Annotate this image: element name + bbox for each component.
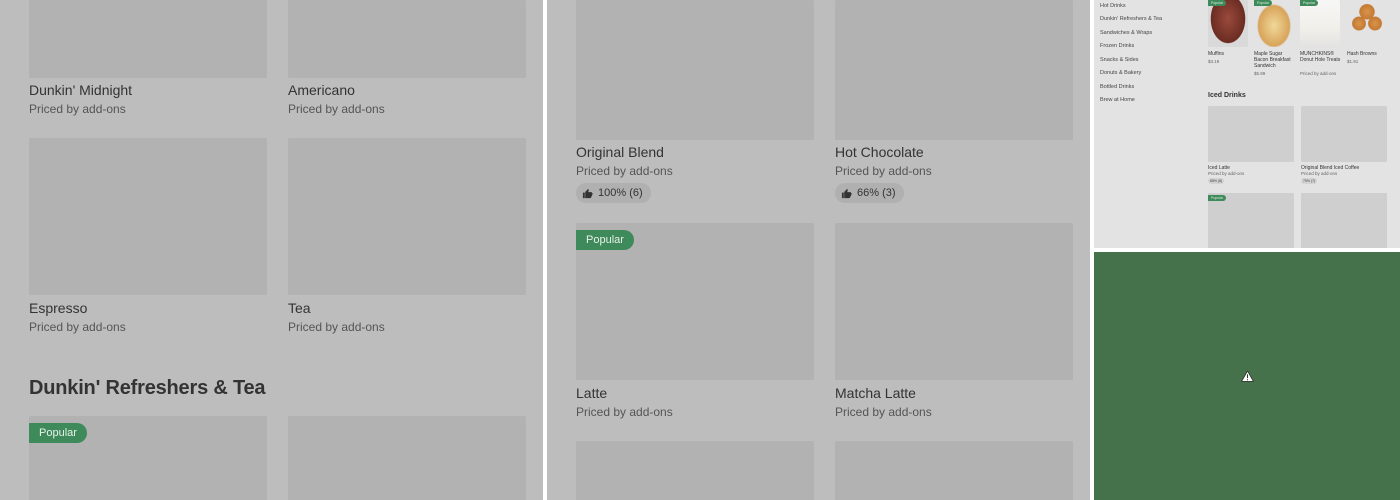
item-image[interactable] (835, 441, 1073, 500)
section-title: Dunkin' Refreshers & Tea (29, 377, 266, 399)
popular-badge: Popular (1254, 0, 1273, 6)
category-link[interactable]: Frozen Drinks (1100, 43, 1134, 49)
thumbs-up-icon (841, 188, 852, 198)
item-name[interactable]: Original Blend (576, 144, 664, 160)
product-price: $1.91 (1347, 59, 1359, 64)
item-name[interactable]: Espresso (29, 300, 87, 316)
category-link[interactable]: Donuts & Bakery (1100, 70, 1141, 76)
warning-icon (1241, 370, 1254, 382)
rating-badge: 66% (3) (835, 183, 904, 203)
popular-badge: Popular (1208, 0, 1227, 6)
product-image-sandwich[interactable] (1254, 0, 1294, 47)
item-price: Priced by add-ons (576, 405, 673, 419)
item-image-hot-chocolate[interactable] (835, 0, 1073, 140)
item-price: Priced by add-ons (576, 164, 673, 178)
item-price: Priced by add-ons (29, 102, 126, 116)
item-price: Priced by add-ons (835, 164, 932, 178)
product-price: Priced by add-ons (1300, 71, 1337, 76)
rating-text: 66% (3) (857, 187, 896, 199)
product-image-iced-coffee[interactable] (1301, 106, 1387, 162)
popular-badge: Popular (576, 230, 634, 250)
category-link[interactable]: Dunkin' Refreshers & Tea (1100, 16, 1162, 22)
product-image[interactable] (1208, 193, 1294, 248)
category-link[interactable]: Hot Drinks (1100, 3, 1126, 9)
menu-panel-coffee: Dunkin' Midnight Priced by add-ons Ameri… (0, 0, 543, 500)
product-price: $3.19 (1208, 59, 1220, 64)
item-name[interactable]: Latte (576, 385, 607, 401)
mini-page-preview: Hot Drinks Dunkin' Refreshers & Tea Sand… (1094, 0, 1400, 248)
item-image-dunkin-midnight[interactable] (29, 0, 267, 78)
rating-badge: 100% (6) (576, 183, 651, 203)
item-image[interactable] (576, 441, 814, 500)
product-image-hash-browns[interactable] (1347, 0, 1387, 47)
item-image[interactable] (288, 416, 526, 500)
rating-badge: 75% (7) (1301, 178, 1318, 184)
category-link[interactable]: Snacks & Sides (1100, 57, 1139, 63)
popular-badge: Popular (29, 423, 87, 443)
section-title: Iced Drinks (1208, 92, 1246, 99)
product-image-muffins[interactable] (1208, 0, 1248, 47)
popular-badge: Popular (1300, 0, 1319, 6)
popular-badge: Popular (1208, 195, 1227, 201)
product-image-iced-latte[interactable] (1208, 106, 1294, 162)
item-name[interactable]: Dunkin' Midnight (29, 82, 132, 98)
product-name[interactable]: Maple Sugar Bacon Breakfast Sandwich (1254, 51, 1296, 69)
item-name[interactable]: Hot Chocolate (835, 144, 924, 160)
item-image-tea[interactable] (288, 138, 526, 295)
item-image-espresso[interactable] (29, 138, 267, 295)
item-price: Priced by add-ons (835, 405, 932, 419)
item-name[interactable]: Tea (288, 300, 311, 316)
product-price: $5.99 (1254, 71, 1266, 76)
item-image-americano[interactable] (288, 0, 526, 78)
item-image-original-blend[interactable] (576, 0, 814, 140)
item-price: Priced by add-ons (288, 320, 385, 334)
product-name[interactable]: MUNCHKINS® Donut Hole Treats (1300, 51, 1342, 63)
item-price: Priced by add-ons (288, 102, 385, 116)
category-link[interactable]: Sandwiches & Wraps (1100, 30, 1152, 36)
product-price: Priced by add-ons (1301, 171, 1338, 176)
product-price: Priced by add-ons (1208, 171, 1245, 176)
item-image-matcha-latte[interactable] (835, 223, 1073, 380)
item-price: Priced by add-ons (29, 320, 126, 334)
item-name[interactable]: Americano (288, 82, 355, 98)
rating-text: 100% (6) (598, 187, 643, 199)
thumbs-up-icon (582, 188, 593, 198)
product-name[interactable]: Muffins (1208, 51, 1248, 57)
rating-badge: 88% (8) (1208, 178, 1225, 184)
product-image-munchkins[interactable] (1300, 0, 1340, 47)
category-link[interactable]: Bottled Drinks (1100, 84, 1134, 90)
product-name[interactable]: Hash Browns (1347, 51, 1387, 57)
menu-panel-hot-drinks: Original Blend Priced by add-ons 100% (6… (547, 0, 1090, 500)
item-name[interactable]: Matcha Latte (835, 385, 916, 401)
category-link[interactable]: Brew at Home (1100, 97, 1135, 103)
image-placeholder-panel (1094, 252, 1400, 500)
product-image[interactable] (1301, 193, 1387, 248)
